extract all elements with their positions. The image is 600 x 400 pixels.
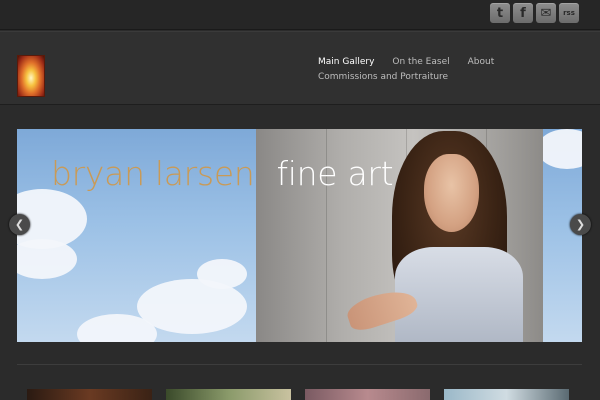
slider-prev-button[interactable]: ❮ [9, 214, 30, 235]
social-links: t f ✉ rss [490, 3, 579, 23]
chevron-left-icon: ❮ [14, 218, 25, 231]
slide-title-fine-art: fine art [276, 154, 394, 193]
facebook-icon[interactable]: f [513, 3, 533, 23]
top-bar: t f ✉ rss [0, 0, 600, 30]
slide-title-name: bryan larsen [51, 154, 255, 193]
site-header: Main Gallery On the Easel About Commissi… [0, 31, 600, 105]
site-logo[interactable] [17, 55, 45, 97]
nav-item-about[interactable]: About [468, 57, 495, 67]
rss-icon[interactable]: rss [559, 3, 579, 23]
gallery-thumbnail[interactable] [444, 389, 569, 400]
gallery-thumbnail[interactable] [305, 389, 430, 400]
email-icon[interactable]: ✉ [536, 3, 556, 23]
chevron-right-icon: ❯ [575, 218, 586, 231]
nav-item-commissions[interactable]: Commissions and Portraiture [318, 72, 448, 82]
portrait-shirt [395, 247, 523, 342]
gallery-thumbnail[interactable] [166, 389, 291, 400]
hero-slider: bryan larsen fine art [17, 129, 582, 342]
slide-title: bryan larsen fine art [51, 154, 394, 193]
twitter-icon[interactable]: t [490, 3, 510, 23]
divider [17, 364, 582, 365]
slider-next-button[interactable]: ❯ [570, 214, 591, 235]
gallery-thumbnails [27, 389, 569, 400]
nav-item-main-gallery[interactable]: Main Gallery [318, 57, 374, 67]
portrait-face [424, 154, 479, 232]
cloud [197, 259, 247, 289]
nav-item-on-the-easel[interactable]: On the Easel [392, 57, 449, 67]
gallery-thumbnail[interactable] [27, 389, 152, 400]
main-nav: Main Gallery On the Easel About Commissi… [318, 54, 494, 84]
